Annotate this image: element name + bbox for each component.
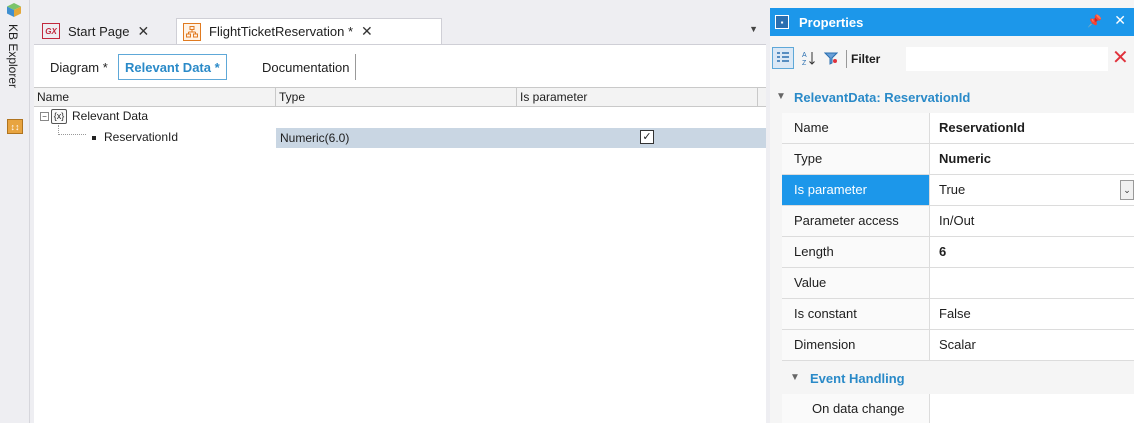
property-value[interactable]: 6 [930,237,1134,267]
preferences-icon[interactable]: ↕↕ [7,119,23,134]
filter-input[interactable] [906,47,1108,71]
editor-body: Diagram * Relevant Data * Documentation … [34,44,766,423]
part-tabs: Diagram * Relevant Data * Documentation [34,45,766,87]
tab-start-page[interactable]: GX Start Page ✕ [36,18,172,44]
categorized-view-icon[interactable] [772,47,794,69]
pin-icon[interactable]: 📌 [1087,14,1102,28]
relevant-data-folder-icon: {x} [51,109,67,124]
kb-explorer-strip: KB Explorer ↕↕ [0,0,30,423]
property-section-title: RelevantData: ReservationId [794,90,971,105]
tab-flight-ticket-reservation[interactable]: FlightTicketReservation * ✕ [176,18,442,44]
property-value[interactable]: Numeric [930,144,1134,174]
properties-title-bar: ▪ Properties 📌 ✕ [770,8,1134,36]
property-row-dimension[interactable]: Dimension Scalar [782,330,1134,361]
property-value[interactable]: ReservationId [930,113,1134,143]
variable-bullet-icon [92,136,96,140]
property-label: Is constant [782,299,930,329]
tree-root-label: Relevant Data [72,109,149,123]
property-value[interactable]: False [930,299,1134,329]
row-type: Numeric(6.0) [280,131,350,145]
kb-explorer-tab[interactable]: KB Explorer [4,24,24,112]
property-row-type[interactable]: Type Numeric [782,144,1134,175]
alphabetical-sort-icon[interactable]: AZ [798,47,820,69]
tab-documentation[interactable]: Documentation [256,54,357,80]
property-row-value[interactable]: Value [782,268,1134,299]
tree-row-relevant-data[interactable]: − {x} Relevant Data [34,107,766,127]
properties-panel: ▪ Properties 📌 ✕ AZ Filter ✕ ▼ RelevantD… [770,0,1134,423]
tab-diagram[interactable]: Diagram * [44,54,114,80]
row-name: ReservationId [104,130,179,144]
app-window: KB Explorer ↕↕ GX Start Page ✕ FlightTic… [0,0,1134,423]
property-row-is-parameter[interactable]: Is parameter True ⌄ [782,175,1134,206]
tab-start-page-label: Start Page [68,23,130,39]
close-icon[interactable]: ✕ [361,23,373,40]
tab-relevant-data[interactable]: Relevant Data * [118,54,227,80]
filter-icon[interactable] [820,47,842,69]
filter-label: Filter [851,52,881,66]
property-value[interactable]: True [930,175,1134,205]
collapse-icon[interactable]: − [40,112,49,121]
table-row[interactable]: Numeric(6.0) ✓ ReservationId [34,128,766,148]
close-icon[interactable]: ✕ [1114,12,1126,29]
property-value[interactable] [930,268,1134,298]
tab-flight-ticket-reservation-label: FlightTicketReservation * [209,24,354,39]
column-header-type[interactable]: Type [276,88,517,107]
property-row-name[interactable]: Name ReservationId [782,113,1134,144]
kb-explorer-label: KB Explorer [6,24,20,89]
relevant-data-grid: Name Type Is parameter − {x} Relevant Da… [34,87,766,423]
event-handling-title: Event Handling [810,371,905,386]
property-label: Length [782,237,930,267]
genexus-cube-icon[interactable] [6,2,22,18]
tab-list-dropdown-icon[interactable]: ▼ [749,24,758,34]
gx-icon: GX [42,23,60,39]
column-header-is-parameter[interactable]: Is parameter [517,88,758,107]
procedure-flow-icon [183,22,201,41]
property-value[interactable]: In/Out [930,206,1134,236]
chevron-down-icon[interactable]: ⌄ [1120,180,1134,200]
column-header-name[interactable]: Name [34,88,276,107]
property-label: Is parameter [782,175,930,205]
property-row-length[interactable]: Length 6 [782,237,1134,268]
toolbar-separator [846,50,847,68]
editor-area: GX Start Page ✕ FlightTicketReservation … [30,0,766,423]
property-label: Type [782,144,930,174]
document-tabs: GX Start Page ✕ FlightTicketReservation … [34,8,766,44]
chevron-down-icon[interactable]: ▼ [790,372,800,383]
property-label: Dimension [782,330,930,360]
properties-title: Properties [799,14,864,30]
property-value[interactable] [930,394,1134,423]
svg-text:Z: Z [802,60,807,66]
properties-toolbar: AZ Filter ✕ [770,44,1134,76]
is-parameter-checkbox[interactable]: ✓ [640,130,654,144]
grid-header: Name Type Is parameter [34,87,766,107]
event-handling-header[interactable]: ▼ Event Handling [782,365,1134,393]
svg-text:A: A [802,52,807,59]
property-row-parameter-access[interactable]: Parameter access In/Out [782,206,1134,237]
property-label: Parameter access [782,206,930,236]
property-section-header[interactable]: ▼ RelevantData: ReservationId [770,84,1134,112]
close-icon[interactable]: ✕ [137,23,149,40]
property-value[interactable]: Scalar [930,330,1134,360]
properties-icon: ▪ [775,15,789,29]
property-label: Name [782,113,930,143]
chevron-down-icon[interactable]: ▼ [776,91,786,102]
property-row-is-constant[interactable]: Is constant False [782,299,1134,330]
property-row-on-data-change[interactable]: On data change [782,394,1134,423]
selected-row-highlight: Numeric(6.0) ✓ [276,128,766,148]
property-label: On data change [782,394,930,423]
clear-filter-icon[interactable]: ✕ [1112,46,1129,70]
property-label: Value [782,268,930,298]
